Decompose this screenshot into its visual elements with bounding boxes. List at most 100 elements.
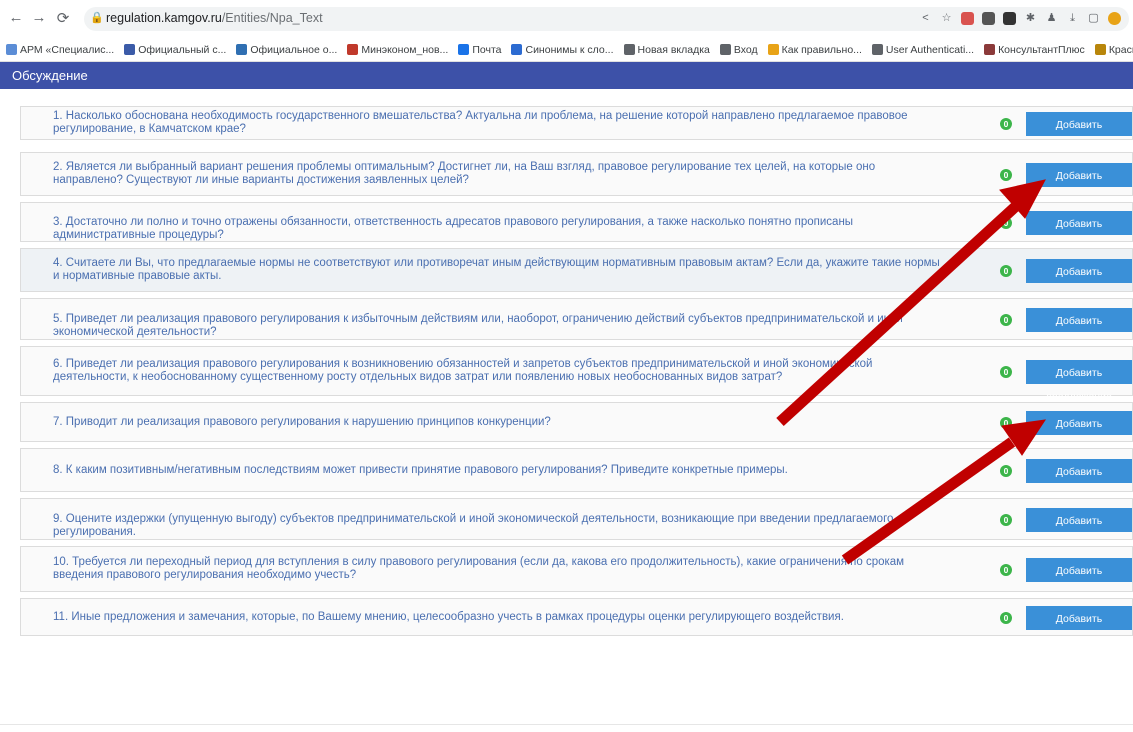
add-proposal-button[interactable]: Добавить предложение (1026, 508, 1132, 551)
question-text[interactable]: 4. Считаете ли Вы, что предлагаемые норм… (53, 257, 942, 283)
bookmark-label: Краснодар (1108, 43, 1133, 56)
bookmark-label: User Authenticati... (885, 43, 975, 56)
bookmark-label: Минэконом_нов... (361, 43, 449, 56)
browser-toolbar: ← → ⟳ 🔒 regulation.kamgov.ru/Entities/Np… (0, 0, 1133, 38)
question-row: 11. Иные предложения и замечания, которы… (20, 598, 1133, 649)
question-row: 2. Является ли выбранный вариант решения… (20, 152, 1133, 206)
avatar[interactable] (1108, 12, 1121, 25)
reload-icon[interactable]: ⟳ (53, 9, 73, 27)
address-bar[interactable]: 🔒 regulation.kamgov.ru/Entities/Npa_Text… (84, 7, 1129, 31)
add-proposal-button[interactable]: Добавить предложение (1026, 411, 1132, 454)
proposal-count-badge: 0 (1000, 314, 1012, 326)
proposal-count-badge: 0 (1000, 366, 1012, 378)
proposal-count-badge: 0 (1000, 564, 1012, 576)
bookmark-item[interactable]: АРМ «Специалис... (6, 44, 114, 56)
question-text[interactable]: 6. Приведет ли реализация правового регу… (53, 358, 942, 384)
bookmark-item[interactable]: Новая вкладка (623, 43, 710, 56)
bookmark-item[interactable]: Официальный с... (124, 44, 226, 56)
question-text[interactable]: 11. Иные предложения и замечания, которы… (53, 611, 942, 624)
bookmark-label: Синонимы к сло... (525, 43, 614, 56)
url-host: regulation.kamgov.ru (106, 11, 222, 25)
add-proposal-button[interactable]: Добавить предложение (1026, 459, 1132, 502)
add-proposal-button[interactable]: Добавить предложение (1026, 112, 1132, 155)
share-icon[interactable]: < (919, 12, 932, 25)
bookmark-item[interactable]: КонсультантПлюс (984, 44, 1085, 56)
extension-icon[interactable] (1003, 12, 1016, 25)
question-text[interactable]: 7. Приводит ли реализация правового регу… (53, 416, 942, 429)
bookmark-icon (767, 44, 779, 55)
question-text[interactable]: 3. Достаточно ли полно и точно отражены … (53, 216, 942, 242)
extensions-area: < ☆ ✱ ♟ ⤓ ▢ (919, 10, 1121, 25)
bookmark-label: Почта (472, 43, 502, 56)
bookmark-icon (124, 44, 136, 55)
question-text[interactable]: 9. Оцените издержки (упущенную выгоду) с… (53, 513, 942, 539)
sidepanel-icon[interactable]: ▢ (1087, 12, 1100, 25)
lock-icon: 🔒 (90, 12, 104, 24)
bookmark-label: КонсультантПлюс (998, 43, 1085, 56)
bookmark-item[interactable]: Как правильно... (767, 43, 862, 56)
bookmark-item[interactable]: Вход (719, 43, 758, 56)
bookmark-icon (984, 44, 996, 55)
bookmark-item[interactable]: Почта (458, 44, 501, 56)
page-title: Обсуждение (0, 62, 1133, 89)
bookmarks-bar: АРМ «Специалис... Официальный с... Официал… (0, 38, 1133, 62)
question-text[interactable]: 2. Является ли выбранный вариант решения… (53, 161, 942, 187)
extension-icon[interactable] (961, 12, 974, 25)
proposal-count-badge: 0 (1000, 612, 1012, 624)
add-proposal-button[interactable]: Добавить предложение (1026, 606, 1132, 649)
url-path: /Entities/Npa_Text (221, 11, 323, 25)
bookmark-item[interactable]: User Authenticati... (871, 43, 975, 56)
bookmark-label: Вход (733, 43, 758, 56)
download-icon[interactable]: ⤓ (1066, 12, 1079, 25)
add-proposal-button[interactable]: Добавить предложение (1026, 259, 1132, 302)
proposal-count-badge: 0 (1000, 169, 1012, 181)
bookmark-item[interactable]: Краснодар (1094, 43, 1133, 56)
url-text: regulation.kamgov.ru/Entities/Npa_Text (106, 11, 323, 25)
bookmark-label: Как правильно... (781, 43, 862, 56)
bookmark-icon (719, 44, 731, 55)
star-icon[interactable]: ☆ (940, 12, 953, 25)
proposal-count-badge: 0 (1000, 514, 1012, 526)
question-text[interactable]: 10. Требуется ли переходный период для в… (53, 556, 942, 582)
question-row: 9. Оцените издержки (упущенную выгоду) с… (20, 498, 1133, 551)
bookmark-icon (236, 44, 248, 55)
add-proposal-button[interactable]: Добавить предложение (1026, 360, 1132, 403)
question-row: 7. Приводит ли реализация правового регу… (20, 402, 1133, 454)
bookmark-item[interactable]: Синонимы к сло... (511, 43, 614, 56)
extension-icon[interactable] (982, 12, 995, 25)
bookmark-icon (6, 44, 17, 55)
question-text[interactable]: 8. К каким позитивным/негативным последс… (53, 464, 942, 477)
question-text[interactable]: 5. Приведет ли реализация правового регу… (53, 313, 942, 339)
bookmark-icon (347, 44, 359, 55)
bookmark-item[interactable]: Минэконом_нов... (347, 44, 448, 56)
bookmark-icon (871, 44, 883, 55)
bookmark-label: Официальный с... (138, 43, 227, 56)
question-row: 8. К каким позитивным/негативным последс… (20, 448, 1133, 502)
proposal-count-badge: 0 (1000, 465, 1012, 477)
proposal-count-badge: 0 (1000, 118, 1012, 130)
question-text[interactable]: 1. Насколько обоснована необходимость го… (53, 110, 942, 136)
question-row: 1. Насколько обоснована необходимость го… (20, 106, 1133, 155)
add-proposal-button[interactable]: Добавить предложение (1026, 558, 1132, 601)
add-proposal-button[interactable]: Добавить предложение (1026, 308, 1132, 351)
forward-icon[interactable]: → (29, 9, 49, 26)
proposal-count-badge: 0 (1000, 417, 1012, 429)
bookmark-icon (511, 44, 523, 55)
question-row: 10. Требуется ли переходный период для в… (20, 546, 1133, 601)
bookmark-icon (458, 44, 470, 55)
question-row: 4. Считаете ли Вы, что предлагаемые норм… (20, 248, 1133, 302)
bookmark-label: Официальное о... (250, 43, 338, 56)
back-icon[interactable]: ← (6, 9, 26, 26)
puzzle-icon[interactable]: ✱ (1024, 12, 1037, 25)
bookmark-icon (623, 44, 635, 55)
add-proposal-button[interactable]: Добавить предложение (1026, 211, 1132, 254)
bookmark-item[interactable]: Официальное о... (236, 44, 337, 56)
question-row: 3. Достаточно ли полно и точно отражены … (20, 202, 1133, 254)
bookmark-label: АРМ «Специалис... (20, 43, 115, 56)
add-proposal-button[interactable]: Добавить предложение (1026, 163, 1132, 206)
profile-icon[interactable]: ♟ (1045, 12, 1058, 25)
divider (0, 724, 1133, 725)
question-row: 6. Приведет ли реализация правового регу… (20, 346, 1133, 403)
bookmark-label: Новая вкладка (637, 43, 710, 56)
bookmark-icon (1094, 44, 1106, 55)
